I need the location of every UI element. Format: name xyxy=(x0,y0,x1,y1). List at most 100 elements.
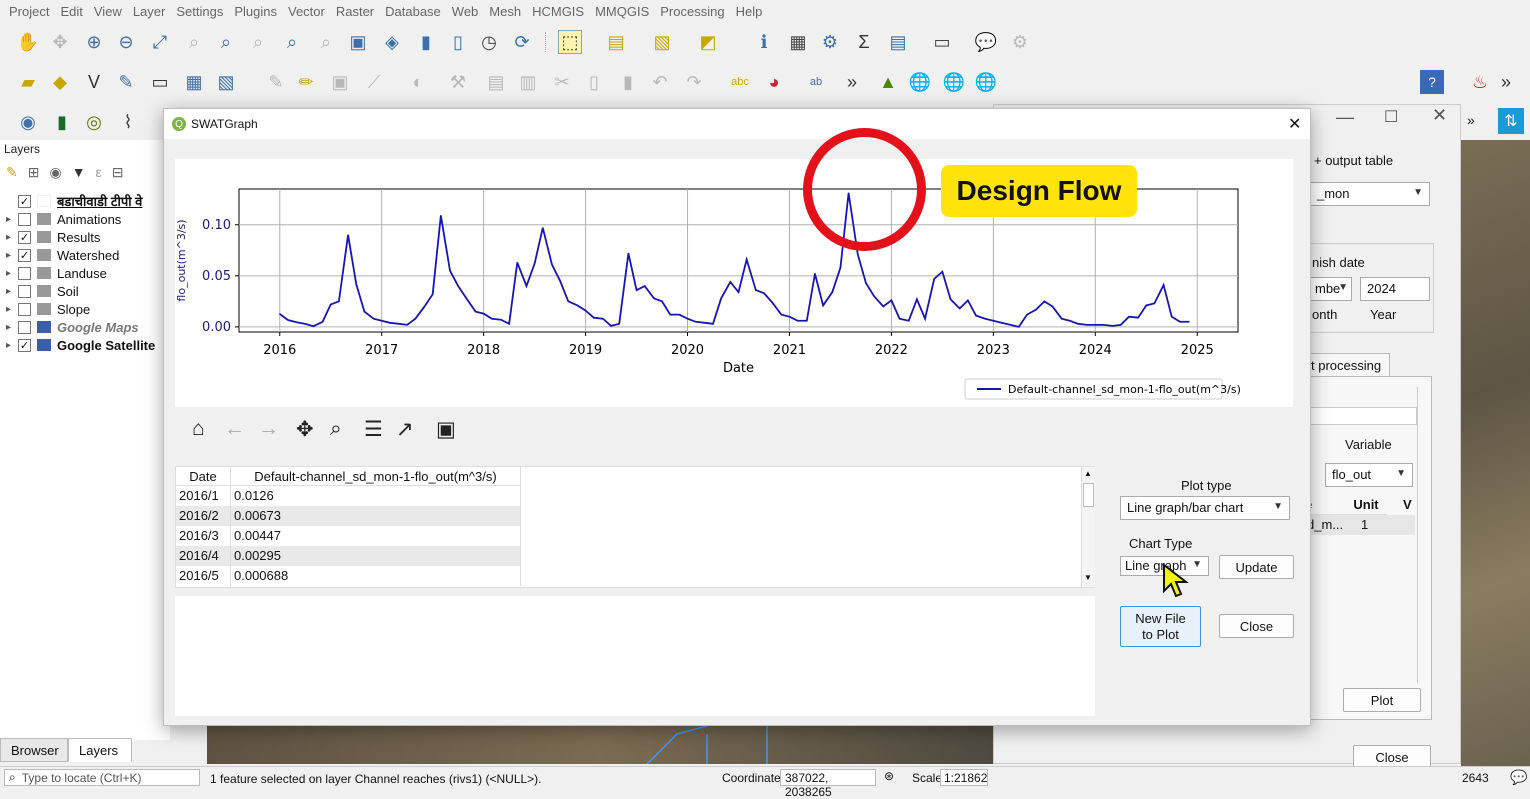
zoom-full-icon[interactable]: ⤢ xyxy=(148,30,172,54)
data-table[interactable]: Date Default-channel_sd_mon-1-flo_out(m^… xyxy=(175,466,1095,588)
select-features-icon[interactable]: ⬚ xyxy=(558,30,582,54)
layer-item[interactable]: ▸ Slope xyxy=(6,300,90,318)
layer-checkbox[interactable] xyxy=(18,284,31,298)
home-icon[interactable]: ⌂ xyxy=(192,417,205,441)
add-raster-icon[interactable]: ▦ xyxy=(182,70,206,94)
subplots-config-icon[interactable]: ☰ xyxy=(364,417,383,442)
statistics-icon[interactable]: Σ xyxy=(852,30,876,54)
copy-icon[interactable]: ▯ xyxy=(582,70,606,94)
menu-item[interactable]: View xyxy=(89,4,128,19)
pan-icon[interactable]: ✥ xyxy=(296,417,314,442)
locate-bar[interactable]: ⌕ Type to locate (Ctrl+K) xyxy=(4,769,200,786)
diagram-icon[interactable]: ◕ xyxy=(762,70,786,94)
back-arrow-icon[interactable]: ← xyxy=(224,417,245,441)
zoom-icon[interactable]: ⌕ xyxy=(330,417,342,441)
vertex-tool-icon[interactable]: ⚒ xyxy=(446,70,470,94)
scroll-up-icon[interactable]: ▲ xyxy=(1084,469,1092,478)
menu-item[interactable]: Database xyxy=(380,4,447,19)
map-canvas-bottom[interactable] xyxy=(207,726,993,764)
style-icon[interactable]: ✎ xyxy=(6,164,18,181)
edit-icon[interactable]: ✎ xyxy=(264,70,288,94)
expand-arrow-icon[interactable]: ▸ xyxy=(6,304,18,315)
globe-settings-icon[interactable]: 🌐 xyxy=(974,70,998,94)
menu-item[interactable]: Edit xyxy=(55,4,88,19)
paste-icon[interactable]: ▮ xyxy=(616,70,640,94)
menu-item[interactable]: Layer xyxy=(128,4,172,19)
layer-item[interactable]: ▸ ✓ Watershed xyxy=(6,246,119,264)
table-row[interactable]: 2016/2 0.00673 xyxy=(176,506,521,526)
more-icon[interactable]: » xyxy=(1467,112,1475,128)
globe-plus-icon[interactable]: 🌐 xyxy=(908,70,932,94)
zoom-out-icon[interactable]: ⊖ xyxy=(114,30,138,54)
zoom-layer-icon[interactable]: ⌕ xyxy=(214,30,238,54)
sort-icon[interactable]: ⇅ xyxy=(1498,108,1524,134)
plugin-spiral-icon[interactable]: ◎ xyxy=(82,110,106,134)
layer-checkbox[interactable] xyxy=(18,266,31,280)
globe-search-icon[interactable]: 🌐 xyxy=(942,70,966,94)
map-tips-icon[interactable]: 💬 xyxy=(974,30,998,54)
layer-checkbox[interactable]: ✓ xyxy=(18,230,31,244)
gps-icon[interactable]: ⚙ xyxy=(1008,30,1032,54)
finish-year-input[interactable]: 2024 xyxy=(1360,277,1430,301)
layer-item[interactable]: ▸ ✓ Google Satellite xyxy=(6,336,155,354)
expand-arrow-icon[interactable]: ▸ xyxy=(6,340,18,351)
identify-icon[interactable]: ℹ xyxy=(752,30,776,54)
menu-item[interactable]: HCMGIS xyxy=(527,4,590,19)
filter-icon[interactable]: ▼ xyxy=(72,164,86,181)
tab-browser[interactable]: Browser xyxy=(0,738,68,762)
coordinate-field[interactable]: 387022, 2038265 xyxy=(780,769,876,799)
close-window-icon[interactable]: ✕ xyxy=(1432,105,1447,126)
maximize-icon[interactable]: ☐ xyxy=(1384,107,1398,127)
menu-item[interactable]: Project xyxy=(4,4,55,19)
deselect-icon[interactable]: ▧ xyxy=(650,30,674,54)
visibility-icon[interactable]: ◉ xyxy=(49,164,61,181)
filter-expression-icon[interactable]: ε xyxy=(96,164,102,181)
zoom-selection-icon[interactable]: ⌕ xyxy=(182,30,206,54)
add-vector-icon[interactable]: ▧ xyxy=(214,70,238,94)
processing-toolbox-icon[interactable]: ⚙ xyxy=(818,30,842,54)
field-calculator-icon[interactable]: ▦ xyxy=(786,30,810,54)
menu-item[interactable]: MMQGIS xyxy=(590,4,655,19)
georef-icon[interactable]: ▲ xyxy=(876,70,900,94)
delete-selected-icon[interactable]: ▥ xyxy=(516,70,540,94)
zoom-next-icon[interactable]: ⌕ xyxy=(314,30,338,54)
update-button[interactable]: Update xyxy=(1219,555,1294,579)
save-edits-icon[interactable]: ▣ xyxy=(328,70,352,94)
layer-item[interactable]: ▸ ✓ Results xyxy=(6,228,100,246)
table-row[interactable]: 2016/3 0.00447 xyxy=(176,526,521,546)
layer-item[interactable]: ▸ Google Maps xyxy=(6,318,139,336)
save-figure-icon[interactable]: ▣ xyxy=(436,417,456,442)
select-location-icon[interactable]: ◩ xyxy=(696,30,720,54)
temporal-controller-icon[interactable]: ◷ xyxy=(477,30,501,54)
undo-icon[interactable]: ↶ xyxy=(648,70,672,94)
plot-button[interactable]: Plot xyxy=(1343,688,1421,712)
new-virtual-icon[interactable]: ▭ xyxy=(148,70,172,94)
python-icon[interactable]: ◉ xyxy=(16,110,40,134)
table-row[interactable]: 2016/5 0.000688 xyxy=(176,566,521,586)
layer-item[interactable]: ▸ Animations xyxy=(6,210,121,228)
table-row[interactable]: 2016/4 0.00295 xyxy=(176,546,521,566)
variable-select[interactable]: flo_out ▼ xyxy=(1325,463,1413,487)
tab-layers[interactable]: Layers xyxy=(68,738,132,762)
finish-month-select[interactable]: mbe ▼ xyxy=(1310,277,1352,301)
new-map-view-icon[interactable]: ▣ xyxy=(346,30,370,54)
minimize-icon[interactable]: — xyxy=(1336,107,1354,128)
help-icon[interactable]: ? xyxy=(1420,70,1444,94)
layer-checkbox[interactable] xyxy=(18,320,31,334)
swat-icon[interactable]: ▮ xyxy=(50,110,74,134)
scroll-down-icon[interactable]: ▼ xyxy=(1084,573,1092,582)
refresh-icon[interactable]: ⟳ xyxy=(510,30,534,54)
menu-item[interactable]: Plugins xyxy=(229,4,283,19)
layer-item[interactable]: ▸ Soil xyxy=(6,282,79,300)
table-scrollbar[interactable]: ▲ ▼ xyxy=(1081,467,1095,587)
pan-icon[interactable]: ✋ xyxy=(16,30,40,54)
output-table-select[interactable]: _mon ▼ xyxy=(1310,182,1430,206)
new-shapefile-icon[interactable]: V xyxy=(82,70,106,94)
layer-checkbox[interactable]: ✓ xyxy=(18,338,31,352)
more-right-icon[interactable]: » xyxy=(1494,70,1518,94)
tab-post-processing[interactable]: t processing xyxy=(1304,353,1390,377)
more-tools-icon[interactable]: » xyxy=(840,70,864,94)
layer-item[interactable]: ✓ बडाचीवाडी टीपी वे xyxy=(6,192,142,210)
expand-arrow-icon[interactable]: ▸ xyxy=(6,268,18,279)
data-source-manager-icon[interactable]: ▰ xyxy=(16,70,40,94)
